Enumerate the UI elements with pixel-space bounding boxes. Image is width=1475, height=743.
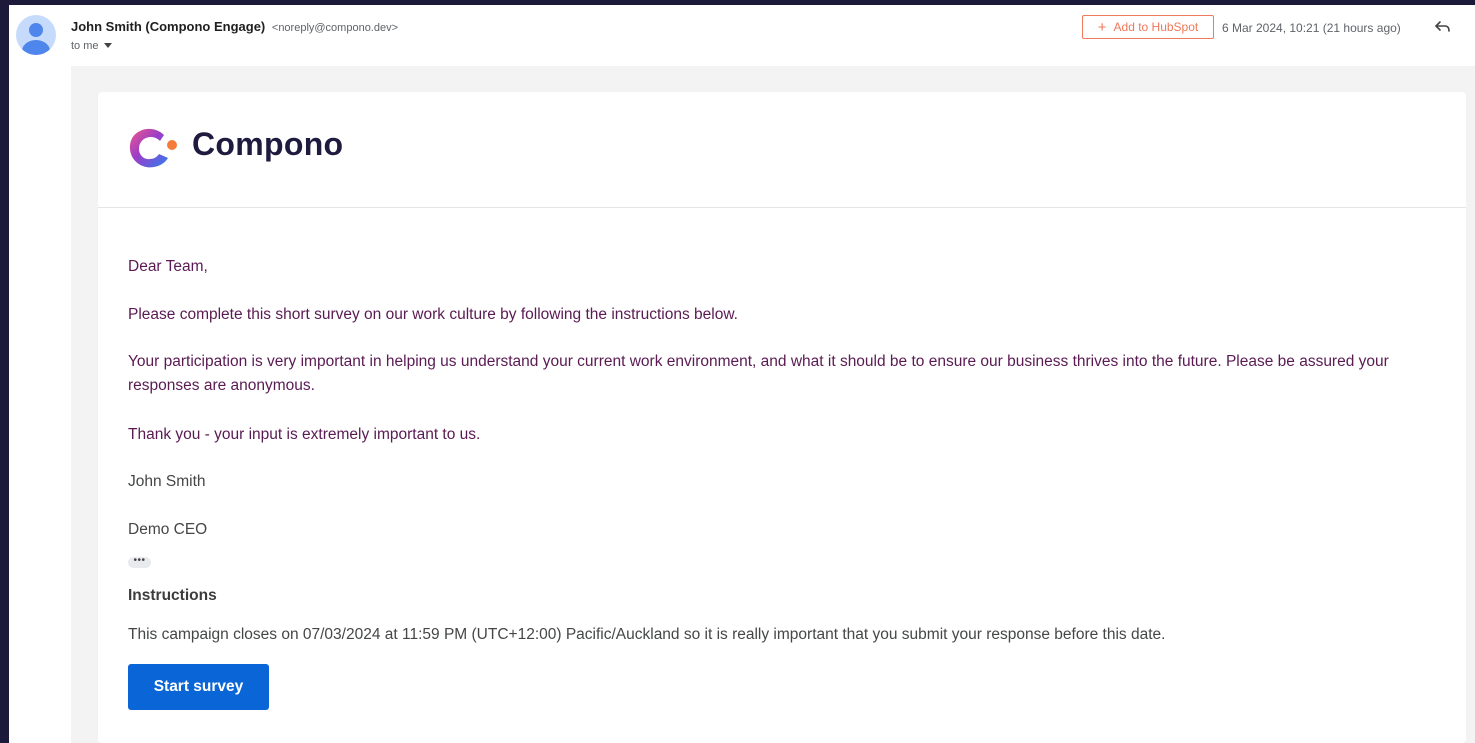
person-icon-body <box>22 40 50 55</box>
email-card: Compono Dear Team, Please complete this … <box>98 92 1466 743</box>
email-view: John Smith (Compono Engage) <noreply@com… <box>9 5 1475 743</box>
reply-arrow-icon[interactable] <box>1433 18 1453 36</box>
sender-avatar[interactable] <box>16 15 56 55</box>
email-card-header: Compono <box>98 92 1466 208</box>
sender-email: <noreply@compono.dev> <box>271 22 399 34</box>
add-to-hubspot-button[interactable]: + Add to HubSpot <box>1082 15 1214 39</box>
person-icon-head <box>29 23 43 37</box>
recipient-label: to me <box>71 40 99 52</box>
signature-title: Demo CEO <box>128 521 208 538</box>
email-paragraph-complete: Please complete this short survey on our… <box>128 306 738 323</box>
email-greeting: Dear Team, <box>128 258 208 275</box>
sender-line: John Smith (Compono Engage) <noreply@com… <box>71 19 398 34</box>
email-paragraph-participation: Your participation is very important in … <box>128 353 1389 394</box>
sender-name[interactable]: John Smith (Compono Engage) <box>71 19 265 34</box>
show-trimmed-content-button[interactable]: ••• <box>128 556 151 568</box>
email-body-background: Compono Dear Team, Please complete this … <box>71 66 1475 743</box>
compono-logo-text: Compono <box>192 126 344 162</box>
start-survey-button[interactable]: Start survey <box>128 664 269 710</box>
signature-name: John Smith <box>128 473 206 490</box>
instructions-heading: Instructions <box>128 587 217 604</box>
compono-logo-icon <box>129 128 177 168</box>
email-paragraph-thanks: Thank you - your input is extremely impo… <box>128 426 481 443</box>
plus-icon: + <box>1097 18 1107 36</box>
email-date: 6 Mar 2024, 10:21 (21 hours ago) <box>1222 21 1401 35</box>
instructions-text: This campaign closes on 07/03/2024 at 11… <box>128 626 1166 643</box>
recipient-details-toggle[interactable]: to me <box>71 40 112 52</box>
add-to-hubspot-label: Add to HubSpot <box>1113 20 1199 34</box>
caret-down-icon <box>103 43 112 48</box>
